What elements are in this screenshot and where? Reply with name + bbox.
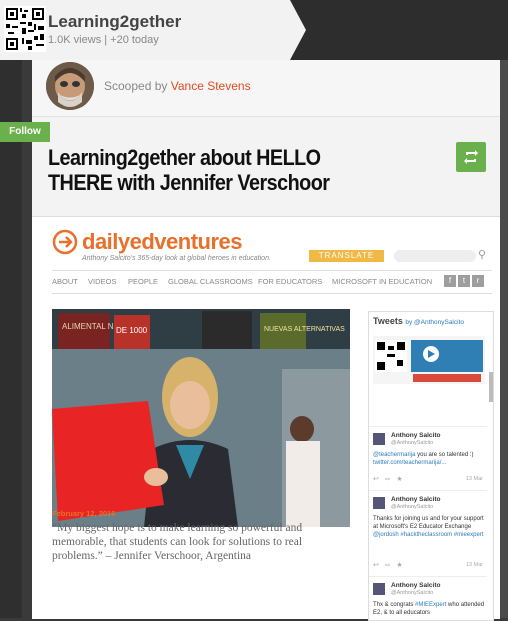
nav-about[interactable]: ABOUT (52, 277, 78, 286)
rss-icon[interactable]: r (472, 275, 484, 287)
avatar[interactable] (46, 62, 94, 110)
jennifer-photo-illustration: ALIMENTAL NUESTRA DE 1000 NUEVAS ALTERNA… (52, 309, 350, 527)
tweet-avatar[interactable] (373, 433, 385, 445)
nav-for-educators[interactable]: FOR EDUCATORS (258, 277, 322, 286)
translate-button[interactable]: TRANSLATE (309, 250, 384, 262)
tweet-link[interactable]: #MIEExpert (415, 602, 446, 608)
tweet-time: 13 Mar (465, 562, 483, 568)
scooped-by-row: Scooped by Vance Stevens (32, 60, 500, 117)
tweet-text: Thx & congrats #MIEExpert who attended E… (373, 601, 485, 617)
photo-sign-3: NUEVAS ALTERNATIVAS (264, 326, 345, 333)
tweet-author-handle[interactable]: @AnthonySalcito (391, 590, 433, 596)
tweet-mention[interactable]: @teachermarija (373, 452, 415, 458)
tweet-item[interactable]: Anthony Salcito @AnthonySalcito @teacher… (369, 426, 487, 489)
nav-videos[interactable]: VIDEOS (88, 277, 116, 286)
top-bar: Learning2gether 1.0K views | +20 today (0, 0, 508, 60)
tweets-scrollbar[interactable] (489, 372, 493, 402)
topic-stats: 1.0K views | +20 today (48, 34, 159, 46)
article-photo: ALIMENTAL NUESTRA DE 1000 NUEVAS ALTERNA… (52, 309, 350, 527)
tweet-avatar[interactable] (373, 497, 385, 509)
tweet-author-name[interactable]: Anthony Salcito (391, 582, 440, 589)
nav-microsoft-in-education[interactable]: MICROSOFT IN EDUCATION (332, 277, 432, 286)
tweet-link[interactable]: twitter.com/teachermarija/... (373, 460, 446, 466)
follow-button[interactable]: Follow (0, 122, 50, 142)
tweet-text: Thanks for joining us and for your suppo… (373, 515, 485, 539)
topic-card[interactable]: Learning2gether 1.0K views | +20 today (0, 0, 306, 60)
dailyedventures-logo-icon (52, 229, 78, 255)
tweet-actions[interactable]: ↩ ⇨ ★ (373, 475, 403, 483)
tweet-author-handle[interactable]: @AnthonySalcito (391, 504, 433, 510)
embedded-article-screenshot[interactable]: dailyedventures Anthony Salcito's 365-da… (32, 216, 500, 621)
tweet-text: @teachermarija you are so talented :) tw… (373, 451, 485, 467)
tweet-time: 13 Mar (465, 476, 483, 482)
tweet-item[interactable]: Anthony Salcito @AnthonySalcito Thx & co… (369, 576, 487, 620)
tweet-link[interactable]: @jordosh #hacktheclassroom #mieexpert (373, 532, 483, 538)
rescoop-button[interactable] (456, 142, 486, 172)
site-logo-text: dailyedventures (82, 229, 243, 254)
search-input[interactable] (394, 250, 476, 262)
nav-people[interactable]: PEOPLE (128, 277, 158, 286)
tweet-media-preview[interactable] (373, 336, 485, 384)
tweets-title: Tweets (373, 316, 403, 326)
tweet-item[interactable]: Anthony Salcito @AnthonySalcito Thanks f… (369, 490, 487, 575)
left-sidebar-strip (0, 60, 22, 618)
tweet-body: Thx & congrats (373, 602, 416, 608)
tweet-body: Thanks for joining us and for your suppo… (373, 516, 484, 530)
qr-code-icon (4, 6, 46, 52)
tweet-actions[interactable]: ↩ ⇨ ★ (373, 561, 403, 569)
twitter-icon[interactable]: t (458, 275, 470, 287)
topic-title[interactable]: Learning2gether (48, 12, 181, 32)
post-title[interactable]: Learning2gether about HELLO THERE with J… (48, 145, 345, 195)
tweet-author-handle[interactable]: @AnthonySalcito (391, 440, 433, 446)
tweet-avatar[interactable] (373, 583, 385, 595)
article-quote: “My biggest hope is to make learning so … (52, 522, 303, 562)
tweet-body: you are so talented :) (415, 452, 474, 458)
tweet-author-name[interactable]: Anthony Salcito (391, 496, 440, 503)
facebook-icon[interactable]: f (444, 275, 456, 287)
nav-global-classrooms[interactable]: GLOBAL CLASSROOMS (168, 277, 253, 286)
avatar-face-icon (46, 62, 94, 110)
search-icon[interactable]: ⚲ (478, 248, 486, 261)
scooped-by-text: Scooped by Vance Stevens (104, 79, 251, 93)
article-date: February 12, 2016 (52, 509, 116, 518)
photo-sign-2: DE 1000 (116, 326, 148, 335)
rescoop-icon (464, 150, 478, 164)
site-tagline: Anthony Salcito's 365-day look at global… (82, 255, 271, 262)
right-sidebar-strip (500, 60, 508, 618)
tweets-header: Tweets by @AnthonySalcito (373, 316, 464, 326)
tweets-widget[interactable]: Tweets by @AnthonySalcito Anthony Salcit… (368, 311, 494, 621)
tweets-by[interactable]: by @AnthonySalcito (405, 319, 464, 326)
author-link[interactable]: Vance Stevens (171, 79, 251, 93)
scooped-by-label: Scooped by (104, 79, 168, 93)
embedded-nav: ABOUT VIDEOS PEOPLE GLOBAL CLASSROOMS FO… (52, 270, 492, 294)
tweet-author-name[interactable]: Anthony Salcito (391, 432, 440, 439)
